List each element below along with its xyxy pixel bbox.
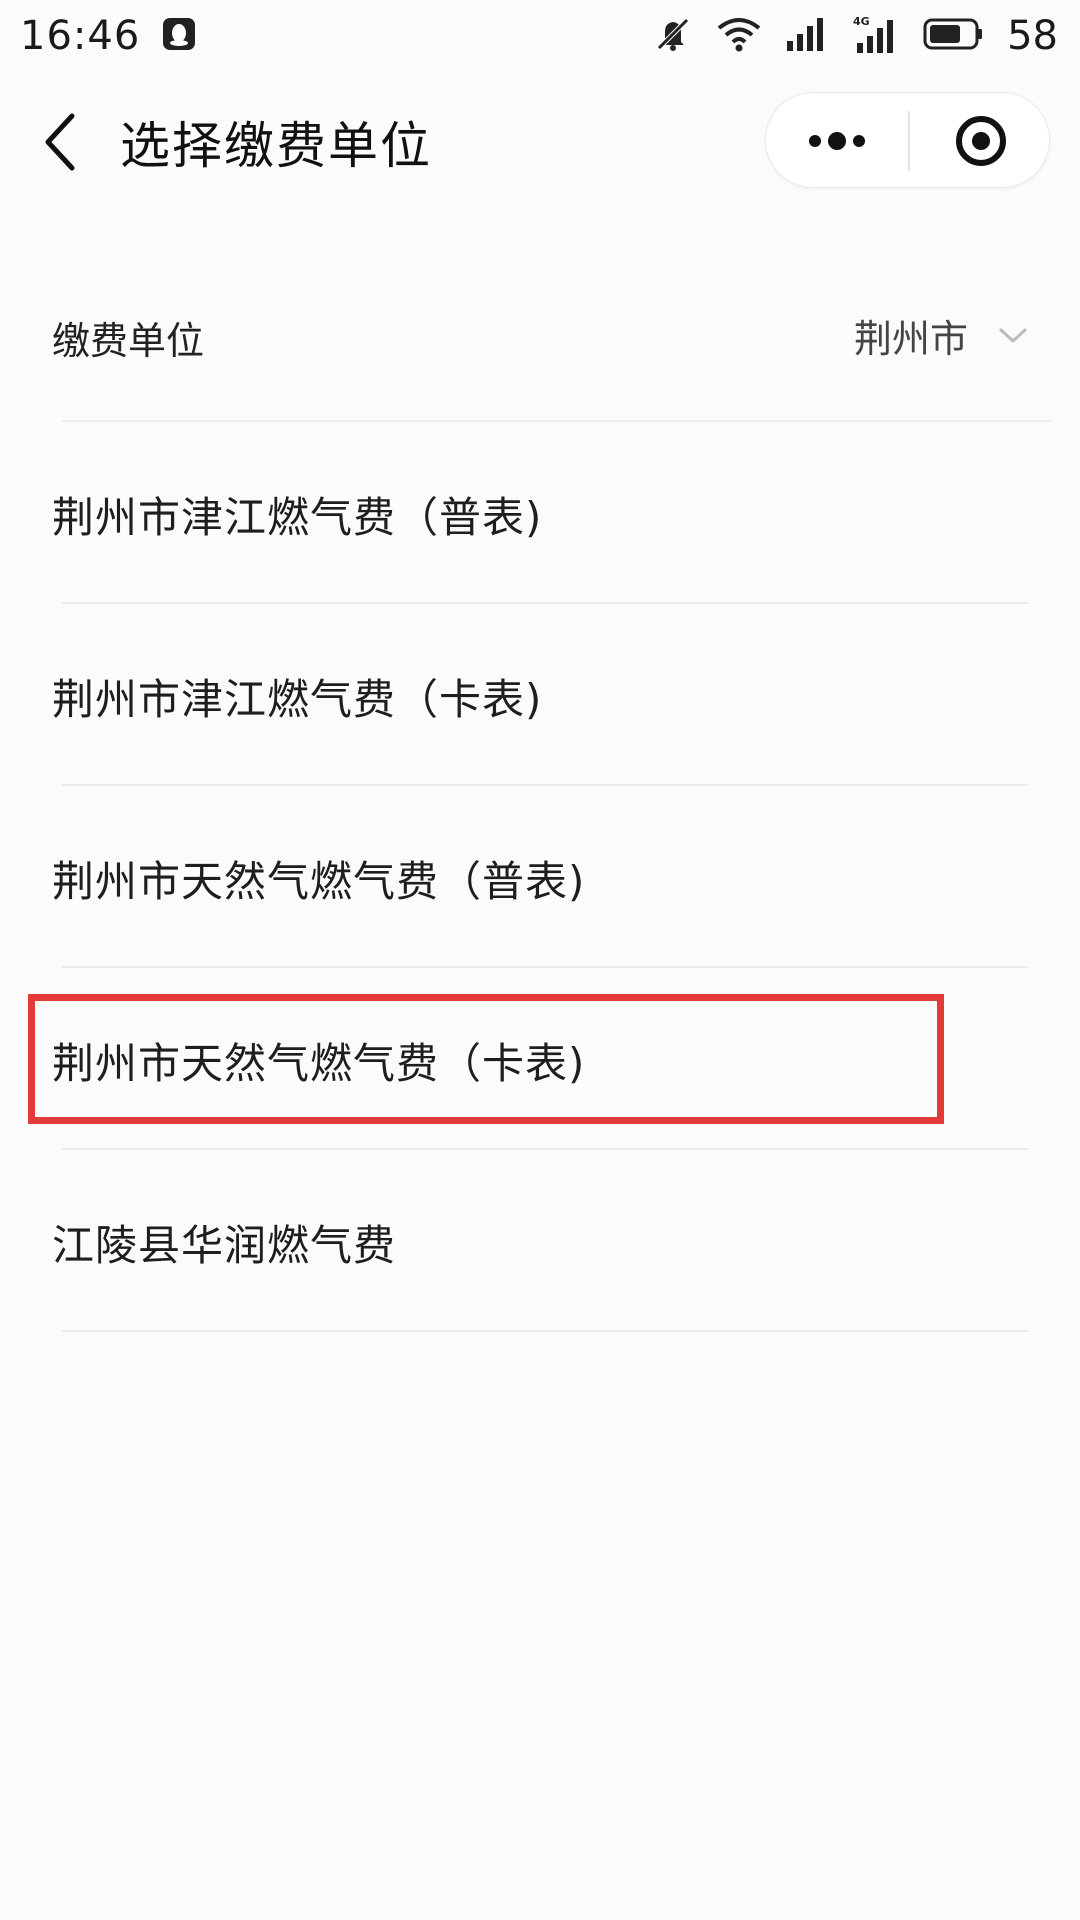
highlight-annotation-box (28, 994, 944, 1124)
list-item-label: 荆州市天然气燃气费（普表) (52, 857, 586, 906)
filter-label: 缴费单位 (52, 319, 205, 363)
payment-unit-list: 荆州市津江燃气费（普表) 荆州市津江燃气费（卡表) 荆州市天然气燃气费（普表) … (0, 422, 1080, 1332)
list-item[interactable]: 荆州市津江燃气费（卡表) (0, 604, 1080, 786)
list-item[interactable]: 荆州市天然气燃气费（普表) (0, 786, 1080, 968)
mute-icon (653, 14, 693, 58)
signal-4g-icon: 4G (851, 15, 899, 57)
signal-icon (785, 17, 827, 55)
more-dots-icon (809, 132, 865, 150)
target-close-icon (955, 116, 1006, 166)
nav-bar: 选择缴费单位 (0, 80, 1080, 200)
divider (62, 1330, 1028, 1332)
back-arrow-icon (45, 113, 75, 171)
list-item[interactable]: 荆州市津江燃气费（普表) (0, 422, 1080, 604)
list-item[interactable]: 江陵县华润燃气费 (0, 1150, 1080, 1332)
battery-icon (923, 18, 983, 54)
wifi-icon (717, 16, 761, 56)
chevron-down-icon (999, 328, 1027, 342)
screen: 16:46 4G 58 选择缴费单位 缴费单位 荆州市 荆州市津江燃气费（普表)… (0, 0, 1080, 1920)
city-select[interactable]: 荆州市 (854, 308, 1028, 363)
back-button[interactable] (38, 110, 86, 174)
close-mini-program-button[interactable] (910, 93, 1051, 189)
qq-icon (162, 17, 196, 55)
list-item-label: 江陵县华润燃气费 (52, 1221, 397, 1270)
list-item-label: 荆州市津江燃气费（普表) (52, 493, 543, 542)
page-title: 选择缴费单位 (120, 117, 432, 175)
city-select-value: 荆州市 (853, 317, 968, 361)
status-bar: 16:46 4G 58 (0, 0, 1080, 72)
mini-program-capsule (765, 92, 1050, 188)
svg-text:4G: 4G (853, 15, 870, 28)
battery-level: 58 (1007, 13, 1058, 59)
more-button[interactable] (766, 93, 908, 189)
payment-unit-filter: 缴费单位 荆州市 (0, 290, 1080, 380)
list-item-label: 荆州市津江燃气费（卡表) (52, 675, 543, 724)
status-time: 16:46 (20, 13, 141, 59)
